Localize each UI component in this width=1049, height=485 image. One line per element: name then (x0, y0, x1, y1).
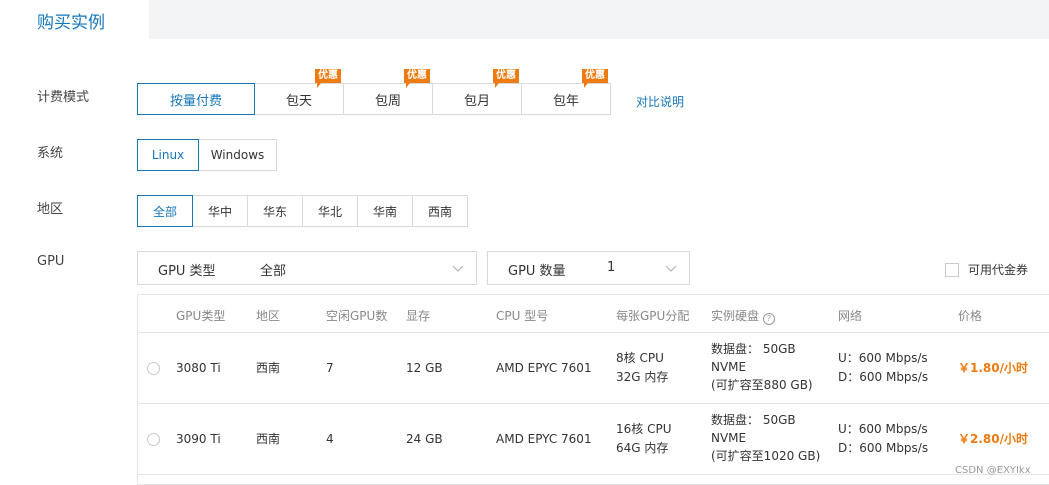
cell-free-gpus: 4 (326, 432, 334, 446)
system-option-windows[interactable]: Windows (198, 139, 277, 171)
billing-option-hourly[interactable]: 按量付费 (137, 83, 255, 115)
region-option-label: 西南 (427, 204, 452, 219)
billing-option-yearly[interactable]: 优惠 包年 (521, 69, 611, 115)
region-option-label: 全部 (152, 204, 177, 219)
cell-cpu-model: AMD EPYC 7601 (496, 432, 592, 446)
cell-net-up: U：600 Mbps/s (838, 422, 928, 436)
region-option-label: 华南 (372, 204, 397, 219)
cell-net-down: D：600 Mbps/s (838, 441, 929, 455)
chevron-down-icon (452, 265, 464, 272)
instance-table: GPU类型 地区 空闲GPU数 显存 CPU 型号 每张GPU分配 实例硬盘? … (137, 294, 1049, 485)
region-option-central[interactable]: 华中 (192, 195, 248, 227)
cell-vram: 24 GB (406, 432, 443, 446)
cell-net-down: D：600 Mbps/s (838, 370, 929, 384)
discount-badge: 优惠 (404, 69, 430, 88)
gpu-count-select-label: GPU 数量 (508, 264, 566, 279)
cell-alloc-mem: 64G 内存 (616, 441, 669, 455)
billing-label: 计费模式 (37, 90, 90, 105)
tab-title: 购买实例 (37, 13, 105, 33)
cell-disk-type: NVME (711, 431, 747, 445)
row-radio[interactable] (147, 433, 160, 446)
column-header: 空闲GPU数 (326, 309, 388, 323)
gpu-label: GPU (37, 254, 65, 269)
cell-disk-type: NVME (711, 360, 747, 374)
gpu-count-select[interactable]: GPU 数量 1 (487, 251, 690, 285)
region-option-label: 华中 (207, 204, 232, 219)
cell-gpu-type: 3080 Ti (176, 361, 221, 375)
discount-badge: 优惠 (582, 69, 608, 88)
watermark: CSDN @EXYIkx (955, 465, 1031, 476)
cell-free-gpus: 7 (326, 361, 334, 375)
region-option-north[interactable]: 华北 (302, 195, 358, 227)
column-header-label: 实例硬盘 (711, 309, 760, 323)
region-label: 地区 (37, 202, 64, 217)
column-header: 地区 (256, 309, 281, 323)
checkbox-box[interactable] (945, 262, 959, 277)
region-option-southwest[interactable]: 西南 (412, 195, 468, 227)
table-row[interactable]: 3090 Ti 西南 4 24 GB AMD EPYC 7601 16核 CPU… (138, 404, 1049, 475)
gpu-type-select-label: GPU 类型 (158, 264, 216, 279)
cell-net-up: U：600 Mbps/s (838, 351, 928, 365)
region-option-label: 华北 (317, 204, 342, 219)
cell-disk-expand: (可扩容至880 GB) (711, 378, 813, 392)
cell-region: 西南 (256, 432, 281, 446)
cell-alloc-cpu: 16核 CPU (616, 422, 672, 436)
gpu-type-select-value: 全部 (260, 264, 287, 279)
voucher-label: 可用代金券 (968, 263, 1029, 277)
compare-link[interactable]: 对比说明 (636, 93, 684, 110)
table-row[interactable]: 3080 Ti 西南 7 12 GB AMD EPYC 7601 8核 CPU … (138, 333, 1049, 404)
system-option-linux[interactable]: Linux (137, 139, 199, 171)
gpu-count-select-value: 1 (607, 260, 616, 275)
billing-option-weekly[interactable]: 优惠 包周 (343, 69, 433, 115)
tab-buy-instance[interactable]: 购买实例 (0, 0, 149, 39)
discount-badge: 优惠 (493, 69, 519, 88)
cell-price: ￥1.80/小时 (958, 361, 1028, 375)
region-option-all[interactable]: 全部 (137, 195, 193, 227)
column-header: CPU 型号 (496, 309, 549, 323)
voucher-checkbox[interactable]: 可用代金券 (945, 261, 1028, 278)
cell-disk-expand: (可扩容至1020 GB) (711, 449, 821, 463)
billing-option-label: 包天 (285, 93, 312, 109)
region-option-label: 华东 (262, 204, 287, 219)
system-option-label: Linux (151, 148, 185, 162)
gpu-type-select[interactable]: GPU 类型 全部 (137, 251, 477, 285)
chevron-down-icon (665, 265, 677, 272)
column-header: 价格 (958, 309, 983, 323)
column-header: GPU类型 (176, 309, 226, 323)
tab-bar: 购买实例 (0, 0, 1049, 39)
system-label: 系统 (37, 146, 64, 161)
cell-price: ￥2.80/小时 (958, 432, 1028, 446)
cell-disk-size: 数据盘： 50GB (711, 342, 796, 356)
billing-option-daily[interactable]: 优惠 包天 (254, 69, 344, 115)
billing-option-label: 按量付费 (169, 93, 222, 109)
billing-option-monthly[interactable]: 优惠 包月 (432, 69, 522, 115)
cell-alloc-mem: 32G 内存 (616, 370, 669, 384)
column-header: 显存 (406, 309, 431, 323)
cell-cpu-model: AMD EPYC 7601 (496, 361, 592, 375)
discount-badge: 优惠 (315, 69, 341, 88)
column-header: 网络 (838, 309, 863, 323)
cell-alloc-cpu: 8核 CPU (616, 351, 664, 365)
help-icon[interactable]: ? (763, 313, 776, 325)
cell-disk-size: 数据盘： 50GB (711, 413, 796, 427)
region-option-east[interactable]: 华东 (247, 195, 303, 227)
column-header: 每张GPU分配 (616, 309, 690, 323)
billing-option-label: 包年 (552, 93, 579, 109)
system-option-label: Windows (210, 148, 265, 162)
column-header-disk: 实例硬盘? (711, 307, 776, 325)
table-header: GPU类型 地区 空闲GPU数 显存 CPU 型号 每张GPU分配 实例硬盘? … (138, 295, 1049, 333)
billing-option-label: 包月 (463, 93, 490, 109)
cell-region: 西南 (256, 361, 281, 375)
billing-option-label: 包周 (374, 93, 401, 109)
row-radio[interactable] (147, 362, 160, 375)
cell-vram: 12 GB (406, 361, 443, 375)
cell-gpu-type: 3090 Ti (176, 432, 221, 446)
region-option-south[interactable]: 华南 (357, 195, 413, 227)
